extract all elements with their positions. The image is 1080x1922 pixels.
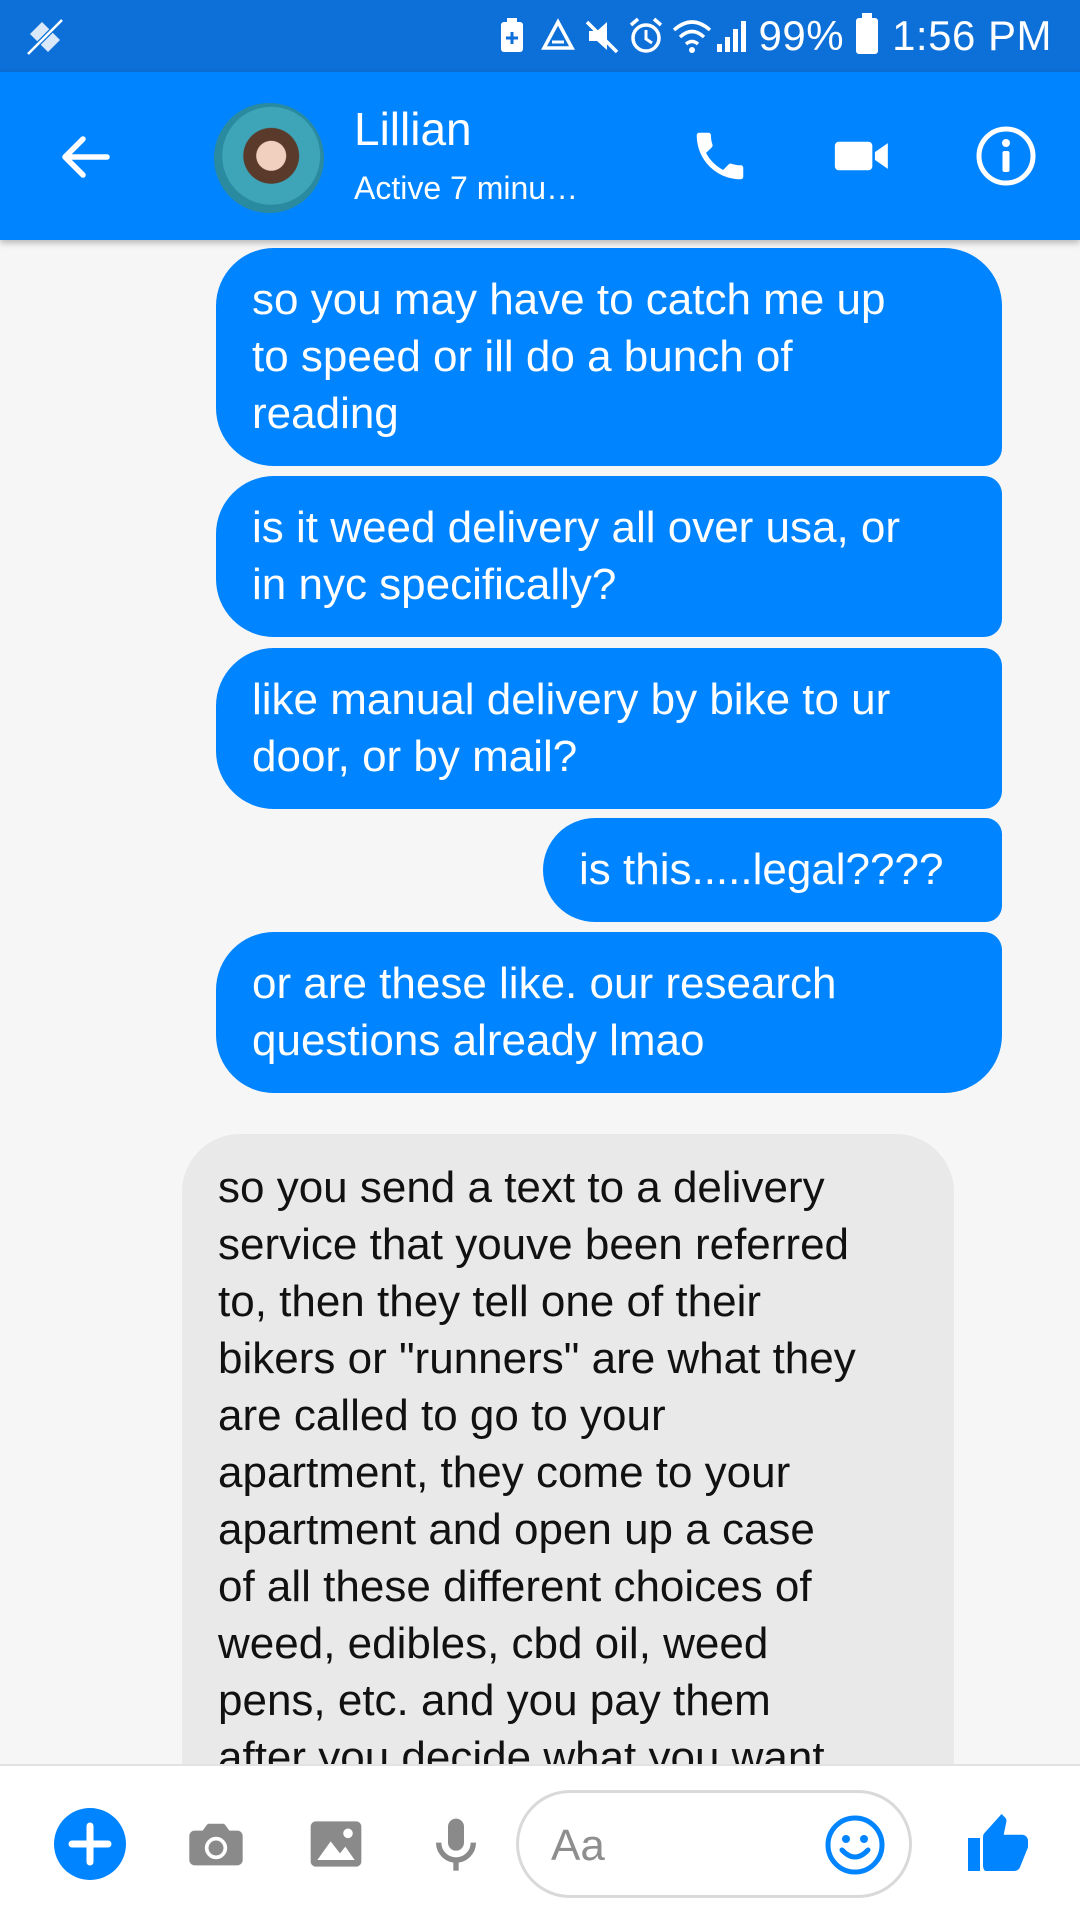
info-button[interactable] [966,116,1046,196]
signal-icon [715,16,749,56]
message-thread[interactable]: so you may have to catch me up to speed … [0,240,1080,1764]
message-composer [0,1764,1080,1922]
video-camera-icon [834,141,888,171]
avatar[interactable] [214,103,324,213]
gallery-button[interactable] [296,1804,376,1884]
thumbs-up-icon [968,1814,1028,1871]
video-call-button[interactable] [822,116,902,196]
battery-percent: 99% [758,12,845,59]
microphone-icon [436,1818,476,1871]
contact-name[interactable]: Lillian [354,102,472,156]
message-input-pill [516,1790,912,1898]
no-network-icon [22,14,68,60]
emoji-button[interactable] [815,1805,895,1885]
clock: 1:56 PM [892,12,1052,59]
status-bar: 99% 1:56 PM [0,0,1080,72]
message-bubble-outgoing[interactable]: like manual delivery by bike to ur door,… [216,648,1002,809]
like-button[interactable] [958,1804,1038,1884]
more-actions-button[interactable] [50,1804,130,1884]
back-button[interactable] [50,122,120,192]
alarm-icon [627,16,662,56]
message-bubble-outgoing[interactable]: or are these like. our research question… [216,932,1002,1093]
message-bubble-outgoing[interactable]: is it weed delivery all over usa, or in … [216,476,1002,637]
camera-button[interactable] [176,1804,256,1884]
info-icon [976,126,1036,186]
recycle-icon [539,16,575,56]
wifi-icon [671,16,711,56]
message-bubble-outgoing[interactable]: so you may have to catch me up to speed … [216,248,1002,466]
mute-icon [583,16,618,56]
battery-icon [856,13,879,54]
phone-icon [696,132,744,180]
battery-fill [859,21,876,51]
call-button[interactable] [680,116,760,196]
conversation-header: Lillian Active 7 minu… [0,72,1080,240]
message-input[interactable] [549,1815,803,1877]
active-status: Active 7 minu… [354,170,579,206]
battery-saver-icon [495,16,529,56]
camera-icon [189,1823,243,1866]
image-icon [310,1821,362,1867]
back-arrow-icon [62,136,110,178]
message-bubble-outgoing[interactable]: is this.....legal???? [543,818,1002,922]
message-bubble-incoming[interactable]: so you send a text to a delivery service… [182,1134,954,1764]
emoji-icon [825,1815,885,1875]
plus-icon [54,1808,126,1880]
voice-message-button[interactable] [416,1804,496,1884]
